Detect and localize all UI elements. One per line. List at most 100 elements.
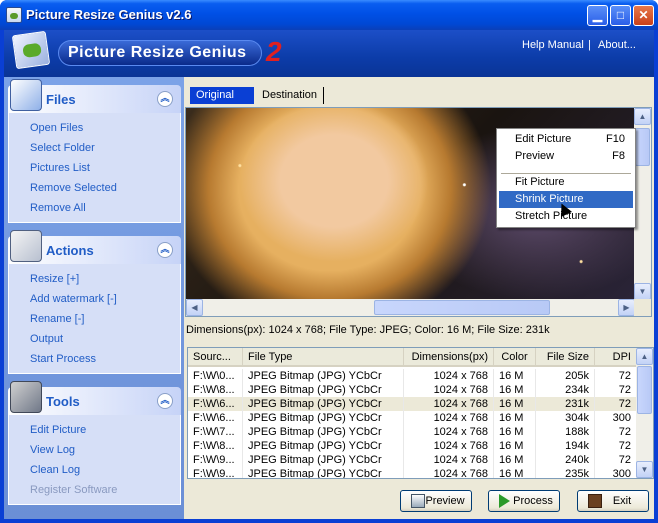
files-group-title: Files — [46, 92, 76, 107]
table-row[interactable]: F:\W\7... JPEG Bitmap (JPG) YCbCr 1024 x 7… — [188, 425, 637, 439]
image-info-text: Dimensions(px): 1024 x 768; File Type: J… — [186, 324, 550, 336]
menu-item-edit-picture[interactable]: Edit Picture F10 — [499, 131, 633, 148]
table-vertical-scrollbar[interactable]: ▲ ▼ — [636, 348, 653, 478]
cell-file-size: 235k — [536, 467, 595, 478]
scroll-right-icon[interactable]: ▶ — [618, 299, 635, 316]
view-tabs: Original Destination — [186, 85, 650, 105]
files-group-header[interactable]: Files ︽ — [8, 79, 181, 113]
collapse-chevron-icon[interactable]: ︽ — [157, 242, 173, 258]
table-row[interactable]: F:\W\8... JPEG Bitmap (JPG) YCbCr 1024 x 7… — [188, 383, 637, 397]
table-row[interactable]: F:\W\9... JPEG Bitmap (JPG) YCbCr 1024 x 7… — [188, 453, 637, 467]
table-header: Sourc... File Type Dimensions(px) Color … — [188, 348, 637, 367]
client-area: Picture Resize Genius 2 Help Manual | Ab… — [4, 30, 654, 519]
scroll-down-icon[interactable]: ▼ — [636, 461, 653, 478]
remove-all-link[interactable]: Remove All — [9, 198, 180, 218]
column-header-dpi[interactable]: DPI — [595, 348, 637, 367]
collapse-chevron-icon[interactable]: ︽ — [157, 393, 173, 409]
title-bar[interactable]: Picture Resize Genius v2.6 ▁ □ ✕ — [0, 0, 658, 30]
actions-group-header[interactable]: Actions ︽ — [8, 230, 181, 264]
maximize-button[interactable]: □ — [610, 5, 631, 26]
exit-button[interactable]: Exit — [577, 490, 649, 512]
close-button[interactable]: ✕ — [633, 5, 654, 26]
minimize-button[interactable]: ▁ — [587, 5, 608, 26]
open-files-link[interactable]: Open Files — [9, 118, 180, 138]
view-log-link[interactable]: View Log — [9, 440, 180, 460]
menu-shortcut: F10 — [606, 133, 625, 145]
app-window: Picture Resize Genius v2.6 ▁ □ ✕ Picture… — [0, 0, 658, 523]
table-row[interactable]: F:\W\6... JPEG Bitmap (JPG) YCbCr 1024 x 7… — [188, 411, 637, 425]
about-link[interactable]: About... — [598, 39, 636, 51]
exit-door-icon — [588, 494, 602, 508]
files-icon — [10, 79, 42, 111]
resize-link[interactable]: Resize [+] — [9, 269, 180, 289]
remove-selected-link[interactable]: Remove Selected — [9, 178, 180, 198]
cell-color: 16 M — [494, 411, 536, 425]
button-bar: Preview Process Exit — [184, 480, 654, 519]
tab-original[interactable]: Original — [190, 87, 254, 104]
cell-file-type: JPEG Bitmap (JPG) YCbCr — [243, 369, 404, 383]
cell-file-type: JPEG Bitmap (JPG) YCbCr — [243, 425, 404, 439]
cell-file-type: JPEG Bitmap (JPG) YCbCr — [243, 439, 404, 453]
scroll-down-icon[interactable]: ▼ — [634, 283, 651, 300]
scroll-thumb[interactable] — [635, 128, 650, 166]
cell-dpi: 72 — [595, 453, 637, 467]
scroll-up-icon[interactable]: ▲ — [634, 108, 651, 125]
tab-destination[interactable]: Destination — [256, 87, 325, 104]
tools-group-title: Tools — [46, 394, 80, 409]
cell-color: 16 M — [494, 397, 536, 411]
cell-file-size: 240k — [536, 453, 595, 467]
clean-log-link[interactable]: Clean Log — [9, 460, 180, 480]
cell-dpi: 72 — [595, 397, 637, 411]
column-header-file-type[interactable]: File Type — [243, 348, 404, 367]
menu-item-preview[interactable]: Preview F8 — [499, 148, 633, 165]
pictures-table[interactable]: Sourc... File Type Dimensions(px) Color … — [187, 347, 654, 479]
cell-dpi: 72 — [595, 369, 637, 383]
cell-dimensions: 1024 x 768 — [404, 453, 494, 467]
cell-file-type: JPEG Bitmap (JPG) YCbCr — [243, 411, 404, 425]
register-software-link[interactable]: Register Software — [9, 480, 180, 500]
select-folder-link[interactable]: Select Folder — [9, 138, 180, 158]
cell-file-type: JPEG Bitmap (JPG) YCbCr — [243, 397, 404, 411]
preview-button[interactable]: Preview — [400, 490, 472, 512]
column-header-file-size[interactable]: File Size — [536, 348, 595, 367]
pictures-list-link[interactable]: Pictures List — [9, 158, 180, 178]
output-link[interactable]: Output — [9, 329, 180, 349]
task-sidebar: Files ︽ Open Files Select Folder Picture… — [4, 77, 184, 519]
process-button[interactable]: Process — [488, 490, 560, 512]
table-row[interactable]: F:\W\8... JPEG Bitmap (JPG) YCbCr 1024 x 7… — [188, 439, 637, 453]
cell-file-type: JPEG Bitmap (JPG) YCbCr — [243, 453, 404, 467]
cell-dimensions: 1024 x 768 — [404, 439, 494, 453]
menu-item-fit-picture[interactable]: Fit Picture — [499, 174, 633, 191]
cell-file-size: 188k — [536, 425, 595, 439]
cell-source: F:\W\6... — [188, 411, 243, 425]
rename-link[interactable]: Rename [-] — [9, 309, 180, 329]
cell-dimensions: 1024 x 768 — [404, 397, 494, 411]
help-manual-link[interactable]: Help Manual — [522, 39, 584, 51]
app-icon[interactable] — [6, 7, 22, 23]
scroll-left-icon[interactable]: ◀ — [186, 299, 203, 316]
column-header-dimensions[interactable]: Dimensions(px) — [404, 348, 494, 367]
table-row[interactable]: F:\W\0... JPEG Bitmap (JPG) YCbCr 1024 x 7… — [188, 369, 637, 383]
scroll-thumb[interactable] — [374, 300, 550, 315]
cell-color: 16 M — [494, 453, 536, 467]
start-process-link[interactable]: Start Process — [9, 349, 180, 369]
table-row[interactable]: F:\W\9... JPEG Bitmap (JPG) YCbCr 1024 x 7… — [188, 467, 637, 478]
edit-picture-link[interactable]: Edit Picture — [9, 420, 180, 440]
scroll-up-icon[interactable]: ▲ — [636, 348, 653, 365]
column-header-color[interactable]: Color — [494, 348, 536, 367]
viewer-horizontal-scrollbar[interactable]: ◀ ▶ — [186, 299, 635, 316]
viewer-vertical-scrollbar[interactable]: ▲ ▼ — [634, 108, 651, 300]
cell-dimensions: 1024 x 768 — [404, 369, 494, 383]
column-header-source[interactable]: Sourc... — [188, 348, 243, 367]
cell-dimensions: 1024 x 768 — [404, 411, 494, 425]
cell-color: 16 M — [494, 467, 536, 478]
cell-file-size: 234k — [536, 383, 595, 397]
table-row[interactable]: F:\W\6... JPEG Bitmap (JPG) YCbCr 1024 x 7… — [188, 397, 637, 411]
scroll-corner — [634, 299, 651, 316]
picture-viewer[interactable]: ▲ ▼ ◀ ▶ Edit Picture F10 Preview F8 Fit … — [185, 107, 652, 317]
add-watermark-link[interactable]: Add watermark [-] — [9, 289, 180, 309]
scroll-thumb[interactable] — [637, 366, 652, 414]
preview-icon — [411, 494, 425, 508]
collapse-chevron-icon[interactable]: ︽ — [157, 91, 173, 107]
tools-group-header[interactable]: Tools ︽ — [8, 381, 181, 415]
